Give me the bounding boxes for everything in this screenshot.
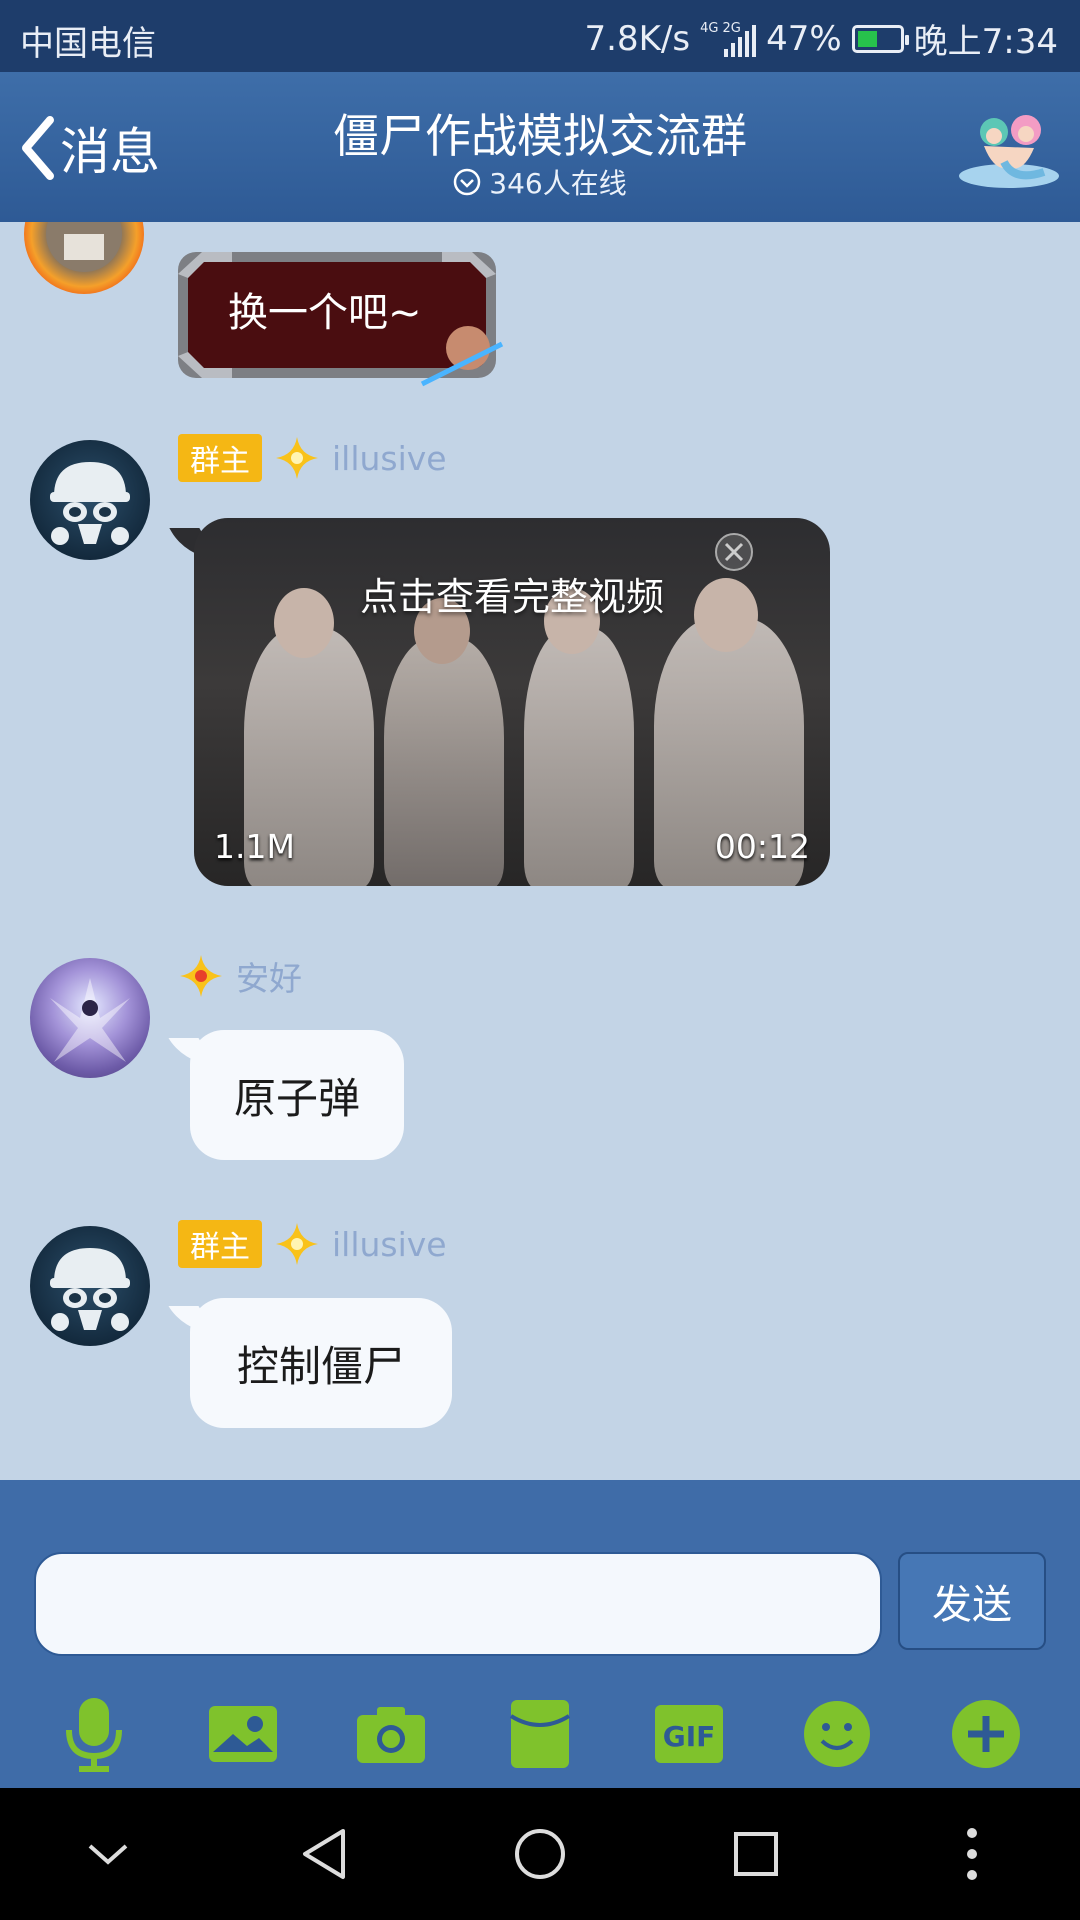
avatar[interactable] [30, 958, 150, 1078]
photo-album-icon[interactable] [205, 1696, 281, 1772]
status-bar: 中国电信 7.8K/s 4G 2G 47% 晚上7:34 [0, 0, 1080, 72]
status-right: 7.8K/s 4G 2G 47% 晚上7:34 [585, 14, 1058, 63]
home-nav-icon[interactable] [505, 1819, 575, 1889]
group-title[interactable]: 僵尸作战模拟交流群 [0, 100, 1080, 166]
hide-keyboard-icon[interactable] [73, 1819, 143, 1889]
composer-bar: 发送 [0, 1480, 1080, 1680]
video-size: 1.1M [214, 827, 295, 866]
plus-icon[interactable] [948, 1696, 1024, 1772]
wave-decoration [0, 1480, 1080, 1496]
composer-toolbar: GIF [0, 1680, 1080, 1788]
group-menu-mermaid-icon[interactable] [954, 102, 1064, 192]
chevron-down-circle-icon [454, 168, 481, 196]
more-nav-icon[interactable] [937, 1819, 1007, 1889]
online-count[interactable]: 346人在线 [0, 162, 1080, 202]
net-speed: 7.8K/s [584, 18, 691, 59]
system-nav-bar [0, 1788, 1080, 1920]
sender-meta: 安好 [178, 952, 302, 1000]
sender-name[interactable]: 安好 [236, 952, 302, 1000]
message-input[interactable] [34, 1552, 882, 1656]
star-icon [276, 437, 318, 479]
sticker-image[interactable]: 换一个吧~ [172, 244, 512, 394]
network-type: 4G 2G [700, 20, 741, 36]
message-list[interactable]: 换一个吧~ 群主 illusive 点击查看完整视频 1.1M 00:12 安好… [0, 222, 1080, 1480]
emoji-icon[interactable] [799, 1696, 875, 1772]
microphone-icon[interactable] [56, 1696, 132, 1772]
red-packet-icon[interactable] [502, 1696, 578, 1772]
star-icon [180, 955, 222, 997]
sticker-text: 换一个吧~ [228, 290, 422, 336]
sender-meta: 群主 illusive [178, 434, 447, 482]
battery-icon [851, 24, 909, 53]
carrier-name: 中国电信 [20, 24, 156, 64]
avatar[interactable] [30, 1226, 150, 1346]
avatar[interactable] [30, 440, 150, 560]
camera-icon[interactable] [353, 1696, 429, 1772]
sender-name[interactable]: illusive [332, 439, 447, 478]
clock: 晚上7:34 [913, 22, 1058, 62]
signal-icon: 4G 2G [700, 20, 757, 57]
message-bubble[interactable]: 原子弹 [190, 1030, 404, 1160]
back-nav-icon[interactable] [289, 1819, 359, 1889]
message-bubble[interactable]: 控制僵尸 [190, 1298, 452, 1428]
video-duration: 00:12 [714, 827, 810, 866]
sender-name[interactable]: illusive [332, 1225, 447, 1264]
gif-label: GIF [662, 1720, 715, 1753]
battery-percent: 47% [766, 18, 842, 59]
message-text: 控制僵尸 [236, 1341, 405, 1391]
owner-badge: 群主 [178, 434, 262, 482]
owner-badge: 群主 [178, 1220, 262, 1268]
video-title: 点击查看完整视频 [359, 575, 664, 619]
avatar[interactable] [24, 222, 144, 294]
online-label: 346人在线 [489, 167, 627, 200]
send-button[interactable]: 发送 [898, 1552, 1046, 1650]
message-text: 原子弹 [233, 1073, 360, 1123]
star-icon [276, 1223, 318, 1265]
video-message[interactable]: 点击查看完整视频 1.1M 00:12 [194, 518, 830, 886]
chat-header: 消息 僵尸作战模拟交流群 346人在线 [0, 72, 1080, 222]
sender-meta: 群主 illusive [178, 1220, 447, 1268]
gif-icon[interactable]: GIF [651, 1696, 727, 1772]
recents-nav-icon[interactable] [721, 1819, 791, 1889]
